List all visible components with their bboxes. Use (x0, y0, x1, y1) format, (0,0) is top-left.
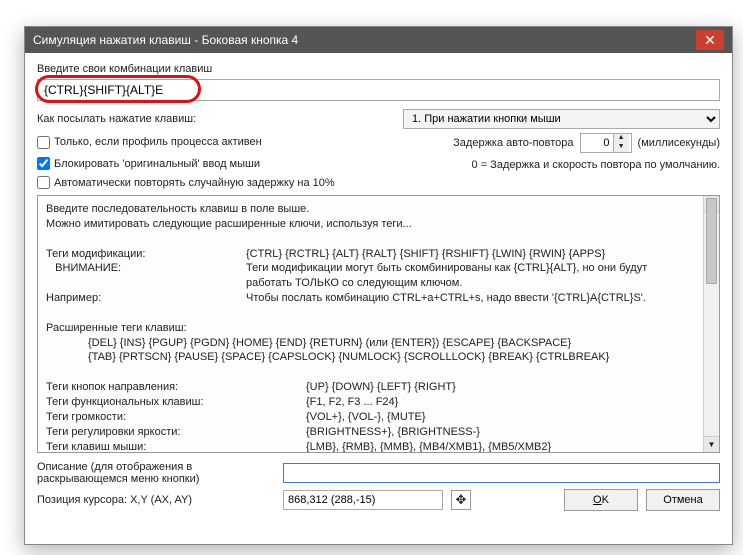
keycombo-label: Введите свои комбинации клавиш (37, 63, 720, 75)
auto-random-delay-checkbox[interactable] (37, 176, 50, 189)
description-input[interactable] (283, 463, 720, 483)
cursor-label: Позиция курсора: X,Y (AX, AY) (37, 494, 275, 506)
only-if-profile-checkbox[interactable] (37, 136, 50, 149)
description-label: Описание (для отображения в раскрывающем… (37, 461, 275, 485)
close-icon: ✕ (704, 32, 716, 49)
description-row: Описание (для отображения в раскрывающем… (37, 461, 720, 485)
close-button[interactable]: ✕ (696, 30, 724, 50)
auto-repeat-value[interactable] (581, 137, 613, 149)
help-ext-label: Расширенные теги клавиш: (46, 321, 711, 336)
spinner-down-icon[interactable]: ▼ (613, 143, 629, 152)
auto-repeat-label: Задержка авто-повтора (453, 137, 573, 149)
help-attention-row: ВНИМАНИЕ: Теги модификации могут быть ск… (46, 261, 711, 276)
content-area: Введите свои комбинации клавиш Как посыл… (25, 53, 732, 525)
crosshair-icon[interactable]: ✥ (451, 490, 471, 510)
only-if-profile-check[interactable]: Только, если профиль процесса активен (37, 136, 397, 149)
send-mode-label: Как посылать нажатие клавиш: (37, 113, 397, 125)
auto-random-delay-check[interactable]: Автоматически повторять случайную задерж… (37, 176, 720, 189)
dialog-window: Симуляция нажатия клавиш - Боковая кнопк… (24, 26, 733, 545)
block-original-checkbox[interactable] (37, 157, 50, 170)
bottom-section: Описание (для отображения в раскрывающем… (37, 461, 720, 511)
window-title: Симуляция нажатия клавиш - Боковая кнопк… (33, 33, 696, 47)
titlebar: Симуляция нажатия клавиш - Боковая кнопк… (25, 27, 732, 53)
help-example-row: Например: Чтобы послать комбинацию CTRL+… (46, 291, 711, 306)
help-scrollbar[interactable]: ▲ ▼ (703, 196, 719, 452)
cursor-row: Позиция курсора: X,Y (AX, AY) ✥ OK Отмен… (37, 489, 720, 511)
auto-repeat-spinner[interactable]: ▲ ▼ (580, 133, 632, 153)
keycombo-input[interactable] (37, 79, 720, 101)
auto-repeat-note: 0 = Задержка и скорость повтора по умолч… (472, 159, 720, 171)
cursor-value-input[interactable] (283, 490, 443, 510)
options-row-2: Блокировать 'оригинальный' ввод мыши 0 =… (37, 157, 720, 172)
help-textarea[interactable]: Введите последовательность клавиш в поле… (37, 195, 720, 453)
options-row-1: Только, если профиль процесса активен За… (37, 133, 720, 153)
send-mode-row: Как посылать нажатие клавиш: 1. При нажа… (37, 109, 720, 129)
scroll-thumb[interactable] (706, 198, 717, 284)
help-mod-row: Теги модификации: {CTRL} {RCTRL} {ALT} {… (46, 247, 711, 262)
cancel-button[interactable]: Отмена (646, 489, 720, 511)
ok-button[interactable]: OK (564, 489, 638, 511)
send-mode-select[interactable]: 1. При нажатии кнопки мыши (403, 109, 720, 129)
auto-repeat-unit: (миллисекунды) (638, 137, 720, 149)
help-line: Введите последовательность клавиш в поле… (46, 202, 711, 217)
help-line: Можно имитировать следующие расширенные … (46, 217, 711, 232)
block-original-check[interactable]: Блокировать 'оригинальный' ввод мыши (37, 157, 397, 170)
spinner-up-icon[interactable]: ▲ (613, 134, 629, 143)
keycombo-wrapper (37, 79, 720, 101)
scroll-down-icon[interactable]: ▼ (704, 436, 719, 452)
